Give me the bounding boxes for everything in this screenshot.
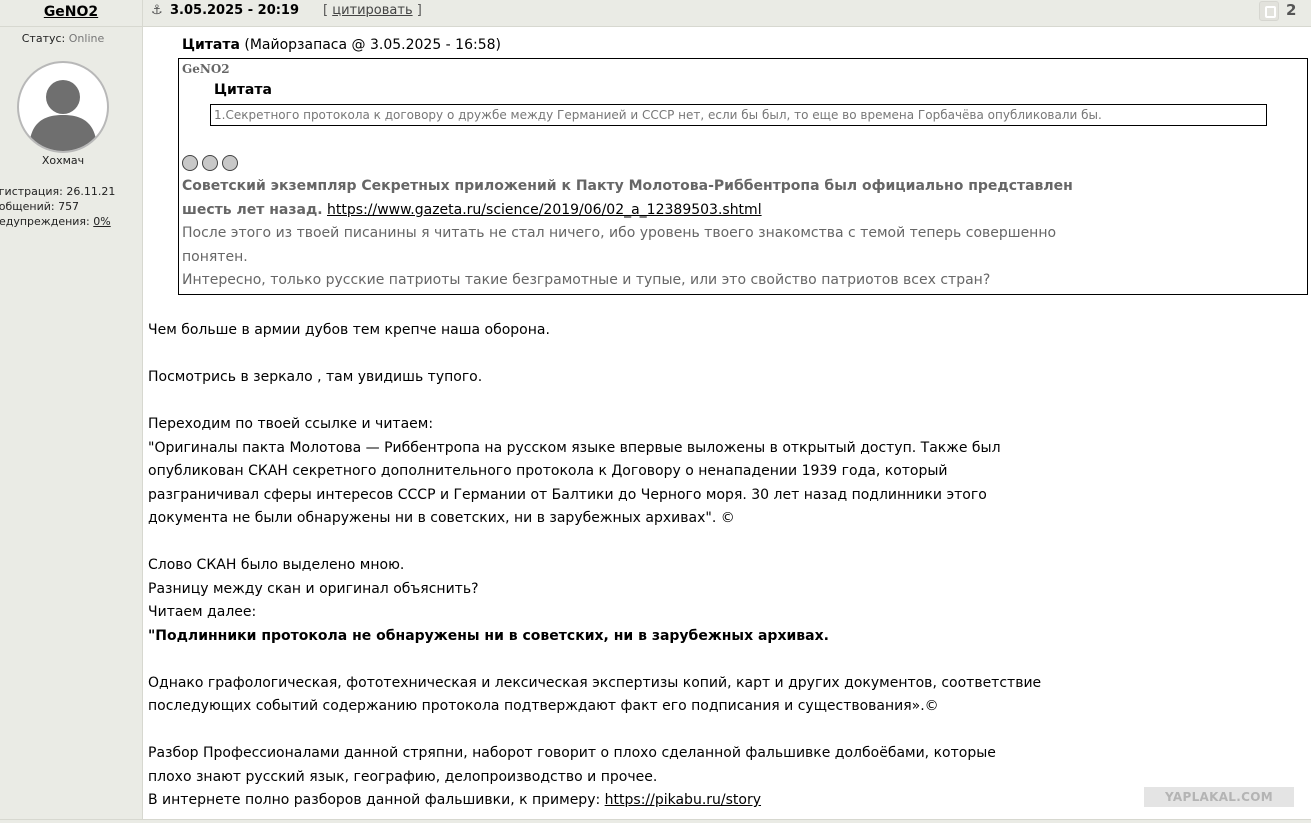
quote-block: GeNO2 Цитата 1.Секретного протокола к до… xyxy=(178,58,1308,295)
avatar[interactable] xyxy=(17,61,109,153)
quote-bold-text: шесть лет назад. xyxy=(182,201,323,218)
post-paragraph: плохо знают русский язык, географию, дел… xyxy=(148,768,658,785)
warnings-label: редупреждения: xyxy=(0,215,94,228)
site-watermark: YAPLAKAL.COM xyxy=(1144,787,1294,807)
quote-line: Интересно, только русские патриоты такие… xyxy=(182,272,991,288)
post-paragraph: Разницу между скан и оригинал объяснить? xyxy=(148,580,479,597)
rating-icon[interactable] xyxy=(1259,1,1279,21)
username-link[interactable]: GeNO2 xyxy=(44,4,98,20)
warnings: редупреждения: 0% xyxy=(0,214,115,229)
post-paragraph: Однако графологическая, фототехническая … xyxy=(148,674,1042,691)
status-label: Статус: xyxy=(21,32,66,45)
bracket-close: ] xyxy=(416,3,422,18)
circle-icon xyxy=(182,155,198,171)
quote-author: GeNO2 xyxy=(182,62,230,76)
bracket-open: [ xyxy=(323,3,329,18)
inner-quote-block: 1.Секретного протокола к договору о друж… xyxy=(210,104,1267,126)
anchor-icon[interactable]: ⚓ xyxy=(151,0,163,21)
message-count: ообщений: 757 xyxy=(0,200,80,213)
post-body: Чем больше в армии дубов тем крепче наша… xyxy=(148,319,1148,813)
post-paragraph: опубликован СКАН секретного дополнительн… xyxy=(148,463,948,479)
gazeta-link[interactable]: https://www.gazeta.ru/science/2019/06/02… xyxy=(327,202,762,218)
quote-bold-line: Советский экземпляр Секретных приложений… xyxy=(182,178,1073,194)
circle-icon xyxy=(222,155,238,171)
quote-bold-line-2: шесть лет назад. https://www.gazeta.ru/s… xyxy=(182,199,1122,223)
quote-body: Советский экземпляр Секретных приложений… xyxy=(182,175,1122,293)
quote-action: [ цитировать ] xyxy=(323,0,422,21)
quote-title: Цитата xyxy=(182,37,240,53)
post-paragraph: Чем больше в армии дубов тем крепче наша… xyxy=(148,322,550,338)
status-value: Online xyxy=(68,32,105,45)
post-paragraph: Слово СКАН было выделено мною. xyxy=(148,557,405,573)
post-paragraph: "Оригиналы пакта Молотова — Риббентропа … xyxy=(148,439,1001,456)
rating-box: 2 xyxy=(1259,0,1311,24)
user-sidebar: Статус: Online Хохмач егистрация: 26.11.… xyxy=(0,27,143,823)
bottom-divider xyxy=(0,819,1311,823)
post-paragraph: Читаем далее: xyxy=(148,604,257,620)
pikabu-link[interactable]: https://pikabu.ru/story xyxy=(605,792,761,808)
post-date: 3.05.2025 - 20:19 xyxy=(170,3,300,18)
registration-date: егистрация: 26.11.21 xyxy=(0,185,116,198)
circle-icon xyxy=(202,155,218,171)
user-rank: Хохмач xyxy=(41,154,85,167)
post-header-user: GeNO2 xyxy=(0,0,143,27)
circle-icons xyxy=(182,155,242,171)
post-text-span: В интернете полно разборов данной фальши… xyxy=(148,792,605,808)
post-content: Цитата (Майорзапаса @ 3.05.2025 - 16:58)… xyxy=(143,27,1311,823)
quote-header: Цитата (Майорзапаса @ 3.05.2025 - 16:58) xyxy=(182,37,501,53)
user-status: Статус: Online xyxy=(0,32,126,45)
post-paragraph: документа не были обнаружены ни в советс… xyxy=(148,510,735,526)
post-paragraph: Посмотрись в зеркало , там увидишь тупог… xyxy=(148,369,483,385)
user-stats: егистрация: 26.11.21 ообщений: 757 редуп… xyxy=(0,184,115,229)
rating-count: 2 xyxy=(1286,1,1297,19)
user-silhouette-icon xyxy=(29,80,97,151)
post-paragraph: В интернете полно разборов данной фальши… xyxy=(148,789,1148,813)
quote-line: После этого из твоей писанины я читать н… xyxy=(182,225,1057,241)
quote-source: (Майорзапаса @ 3.05.2025 - 16:58) xyxy=(239,37,501,53)
post-bold-paragraph: "Подлинники протокола не обнаружены ни в… xyxy=(148,627,829,644)
post-paragraph: Разбор Профессионалами данной стряпни, н… xyxy=(148,745,996,761)
post-paragraph: Переходим по твоей ссылке и читаем: xyxy=(148,416,434,432)
post-header-bar: ⚓ 3.05.2025 - 20:19 [ цитировать ] 2 xyxy=(143,0,1311,27)
post-paragraph: разграничивал сферы интересов СССР и Гер… xyxy=(148,486,987,503)
post-paragraph: последующих событий содержанию протокола… xyxy=(148,698,939,714)
warnings-link[interactable]: 0% xyxy=(93,215,110,228)
inner-quote-title: Цитата xyxy=(214,82,272,98)
quote-button[interactable]: цитировать xyxy=(332,3,412,18)
quote-line: понятен. xyxy=(182,248,248,265)
